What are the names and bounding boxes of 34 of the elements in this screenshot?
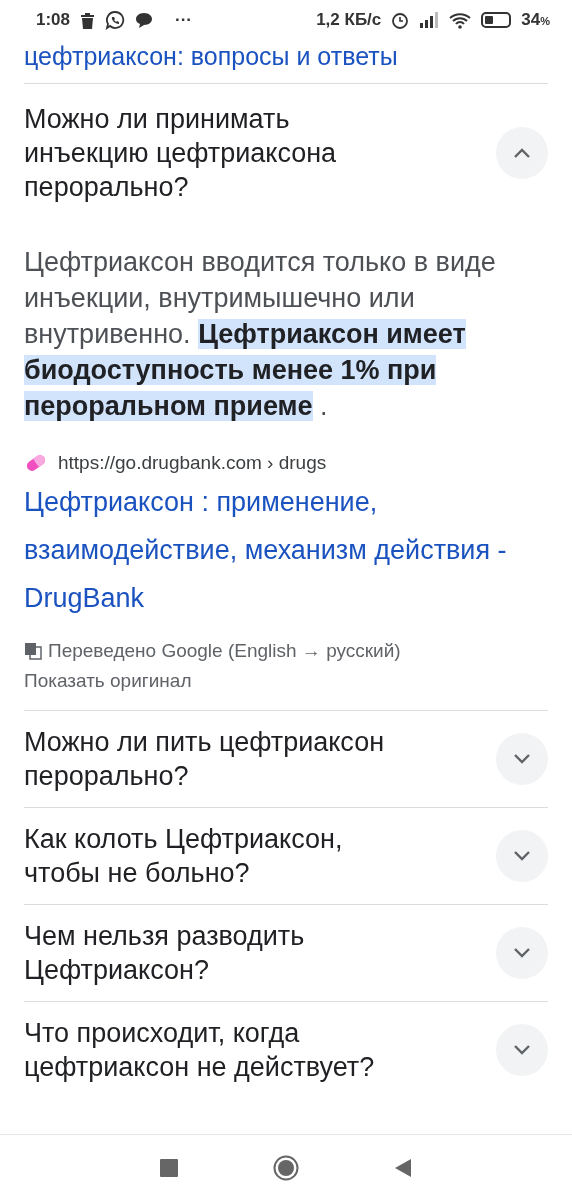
source-url: https://go.drugbank.com › drugs [58,452,327,474]
battery-percent: 34% [521,10,550,30]
question-text[interactable]: Можно ли принимать инъекцию цефтриаксона перорально? [24,102,394,204]
expand-button[interactable] [496,127,548,179]
question-text[interactable]: Как колоть Цефтриаксон, чтобы не больно? [24,822,394,890]
question-text[interactable]: Можно ли пить цефтриаксон перорально? [24,725,394,793]
network-speed: 1,2 КБ/с [316,10,382,30]
question-text[interactable]: Что происходит, когда цефтриаксон не действует? [24,1016,394,1084]
expand-button[interactable] [496,830,548,882]
alarm-icon [391,11,410,29]
chevron-up-icon [513,147,531,159]
back-icon[interactable] [394,1157,412,1178]
chevron-down-icon [513,947,531,959]
clock: 1:08 [36,10,71,30]
chevron-down-icon [513,850,531,862]
translate-icon [24,642,42,660]
translation-note: Переведено Google (English → русский) [48,640,401,662]
chat-icon [135,12,154,28]
phone-bubble-icon [105,10,126,30]
trash-icon [80,11,96,29]
expand-button[interactable] [496,1024,548,1076]
show-original-link[interactable]: Показать оригинал [24,670,548,692]
result-link[interactable]: Цефтриаксон : применение, взаимодействие, механизм действия - DrugBank [24,478,548,622]
question-text[interactable]: Чем нельзя разводить Цефтриаксон? [24,919,394,987]
expand-button[interactable] [496,733,548,785]
wifi-icon [449,11,472,29]
chevron-down-icon [513,1044,531,1056]
home-icon[interactable] [273,1154,299,1181]
chevron-down-icon [513,753,531,765]
more-notifications: ··· [175,10,192,30]
section-title: цефтриаксон: вопросы и ответы [24,41,399,72]
signal-icon [419,12,440,28]
expand-button[interactable] [496,927,548,979]
recent-apps-icon[interactable] [160,1158,178,1177]
